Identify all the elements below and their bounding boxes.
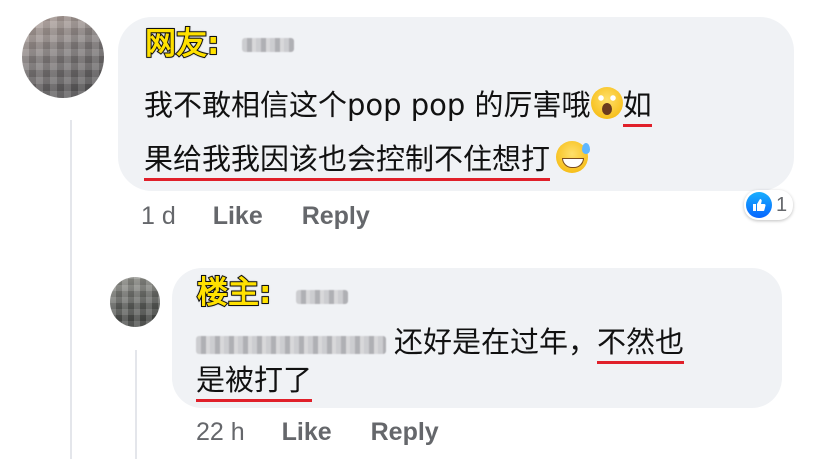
reply-like-button[interactable]: Like bbox=[282, 418, 332, 446]
reply-text: 还好是在过年， bbox=[394, 325, 598, 359]
thumbs-up-icon bbox=[746, 192, 772, 218]
like-button[interactable]: Like bbox=[213, 202, 263, 230]
reply-meta: 22 h Like Reply bbox=[196, 420, 439, 445]
comment-text-underlined: 如 bbox=[622, 88, 652, 127]
reply-text-underlined: 是被打了 bbox=[196, 363, 313, 402]
reply-bubble: 楼主: 还好是在过年，不然也 是被打了 bbox=[172, 268, 782, 408]
reaction-count: 1 bbox=[776, 193, 788, 216]
reply-avatar[interactable] bbox=[110, 277, 160, 327]
reply-reply-button[interactable]: Reply bbox=[371, 418, 439, 446]
thread-line-reply bbox=[135, 350, 137, 459]
comment-text-underlined: 果给我我因该也会控制不住想打 bbox=[144, 142, 551, 181]
thread-line bbox=[70, 120, 72, 459]
reply-text-line-1: 还好是在过年，不然也 bbox=[196, 325, 685, 364]
reply-text-underlined: 不然也 bbox=[597, 325, 685, 364]
grinning-sweat-icon bbox=[556, 141, 591, 173]
comment-bubble: 网友: 我不敢相信这个pop pop 的厉害哦如 果给我我因该也会控制不住想打 bbox=[118, 17, 794, 191]
comment-meta: 1 d Like Reply bbox=[141, 204, 370, 229]
face-screaming-icon bbox=[590, 87, 623, 119]
reply-tag: 楼主: bbox=[196, 275, 272, 311]
commenter-name-blurred[interactable] bbox=[242, 38, 294, 52]
comment-time[interactable]: 1 d bbox=[141, 202, 176, 230]
reply-name-blurred[interactable] bbox=[296, 290, 348, 304]
reply-time[interactable]: 22 h bbox=[196, 418, 245, 446]
reply-button[interactable]: Reply bbox=[302, 202, 370, 230]
reaction-badge[interactable]: 1 bbox=[744, 190, 794, 220]
comment-text-line-2: 果给我我因该也会控制不住想打 bbox=[144, 141, 591, 181]
reply-text-line-2: 是被打了 bbox=[196, 363, 313, 402]
commenter-avatar[interactable] bbox=[22, 16, 104, 98]
commenter-tag: 网友: bbox=[144, 26, 220, 62]
comment-text: 我不敢相信这个pop pop 的厉害哦 bbox=[144, 88, 591, 122]
mentioned-user-blurred[interactable] bbox=[196, 336, 386, 354]
comment-text-line-1: 我不敢相信这个pop pop 的厉害哦如 bbox=[144, 87, 652, 127]
